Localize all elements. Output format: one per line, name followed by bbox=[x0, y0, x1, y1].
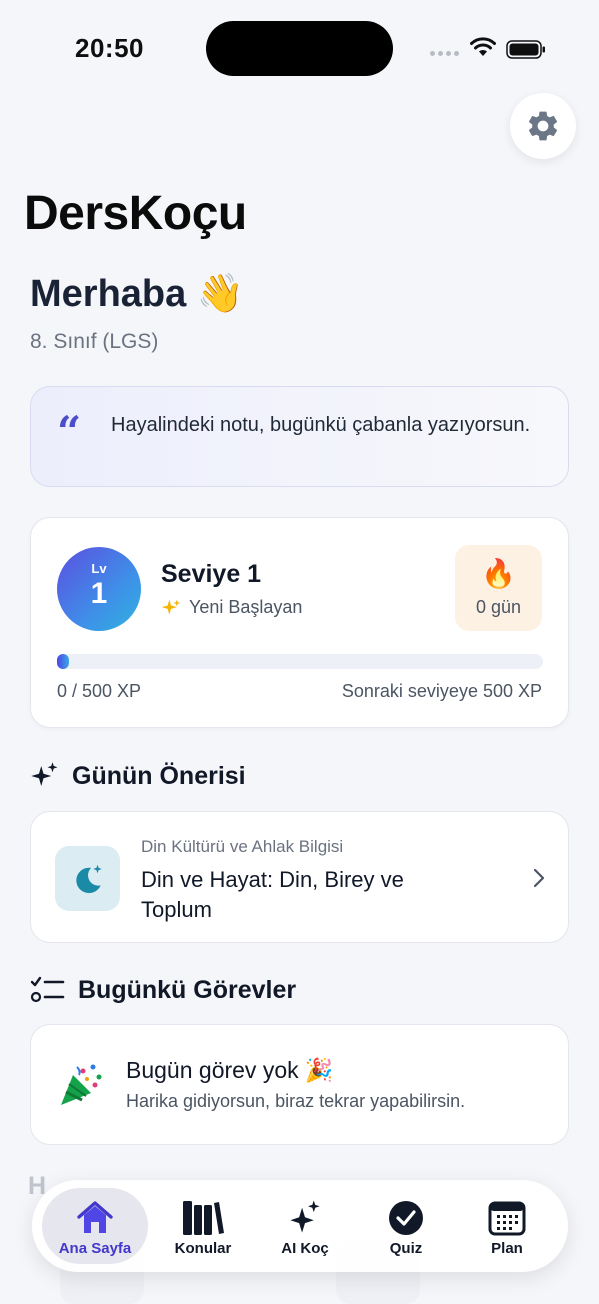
tasks-empty-card: Bugün görev yok 🎉 Harika gidiyorsun, bir… bbox=[30, 1024, 569, 1145]
xp-current: 0 / 500 XP bbox=[57, 681, 142, 701]
confetti-icon: 🎉 bbox=[304, 1057, 334, 1083]
motivation-quote-card: “ Hayalindeki notu, bugünkü çabanla yazı… bbox=[30, 386, 569, 487]
tab-ai-coach[interactable]: AI Koç bbox=[252, 1188, 358, 1264]
wave-emoji-icon: 👋 bbox=[196, 273, 245, 315]
level-subtitle: Yeni Başlayan bbox=[161, 597, 302, 618]
calendar-icon bbox=[454, 1198, 560, 1238]
tab-plan[interactable]: Plan bbox=[454, 1188, 560, 1264]
gear-icon bbox=[528, 111, 558, 141]
moon-star-icon bbox=[75, 864, 102, 893]
party-popper-icon bbox=[61, 1064, 102, 1105]
suggestion-card[interactable]: Din Kültürü ve Ahlak Bilgisi Din ve Haya… bbox=[30, 811, 569, 943]
sparkles-icon bbox=[252, 1198, 358, 1238]
tab-home[interactable]: Ana Sayfa bbox=[42, 1188, 148, 1264]
xp-progress-fill bbox=[57, 654, 69, 669]
quote-icon: “ bbox=[57, 407, 82, 456]
level-badge-prefix: Lv bbox=[91, 561, 107, 576]
tab-topics[interactable]: Konular bbox=[150, 1188, 256, 1264]
settings-button[interactable] bbox=[510, 93, 576, 159]
suggestion-section-header: Günün Önerisi bbox=[30, 761, 246, 791]
grade-label: 8. Sınıf (LGS) bbox=[30, 330, 159, 353]
battery-icon bbox=[506, 40, 545, 59]
quote-text: Hayalindeki notu, bugünkü çabanla yazıyo… bbox=[111, 414, 531, 436]
level-badge: Lv 1 bbox=[57, 547, 141, 631]
tasks-section-title: Bugünkü Görevler bbox=[78, 975, 297, 1004]
xp-next-level: Sonraki seviyeye 500 XP bbox=[341, 681, 542, 701]
tab-ai-coach-label: AI Koç bbox=[281, 1240, 329, 1257]
status-bar: 20:50 bbox=[0, 0, 599, 90]
flame-icon: 🔥 bbox=[481, 558, 516, 589]
sparkles-icon bbox=[31, 762, 58, 786]
tasks-empty-title-text: Bugün görev yok bbox=[126, 1057, 299, 1083]
level-badge-number: 1 bbox=[90, 577, 108, 610]
level-title: Seviye 1 bbox=[161, 560, 262, 588]
tasks-section-header: Bugünkü Görevler bbox=[30, 975, 296, 1005]
tab-home-label: Ana Sayfa bbox=[58, 1240, 132, 1257]
bottom-tab-bar: Ana Sayfa Konular AI Koç Quiz Plan bbox=[32, 1180, 568, 1272]
streak-count: 0 gün bbox=[475, 597, 522, 617]
tab-topics-label: Konular bbox=[174, 1240, 232, 1257]
wifi-icon bbox=[470, 37, 496, 56]
signal-icon bbox=[430, 51, 459, 56]
home-icon bbox=[42, 1198, 148, 1238]
suggestion-title: Din ve Hayat: Din, Birey ve Toplum bbox=[141, 867, 404, 922]
app-title: DersKoçu bbox=[24, 187, 247, 240]
books-icon bbox=[150, 1198, 256, 1238]
streak-box: 🔥 0 gün bbox=[455, 545, 542, 631]
suggestion-section-title: Günün Önerisi bbox=[72, 761, 246, 790]
xp-progress-bar bbox=[57, 654, 543, 669]
sparkle-icon bbox=[161, 599, 181, 615]
tab-quiz[interactable]: Quiz bbox=[353, 1188, 459, 1264]
status-icons bbox=[430, 36, 550, 62]
tab-quiz-label: Quiz bbox=[389, 1240, 423, 1257]
level-subtitle-text: Yeni Başlayan bbox=[189, 597, 303, 617]
suggestion-category: Din Kültürü ve Ahlak Bilgisi bbox=[141, 837, 344, 856]
checklist-icon bbox=[30, 976, 65, 1003]
status-time: 20:50 bbox=[75, 33, 144, 63]
tasks-empty-subtitle: Harika gidiyorsun, biraz tekrar yapabili… bbox=[126, 1091, 466, 1111]
tab-plan-label: Plan bbox=[491, 1240, 523, 1257]
dynamic-island bbox=[206, 21, 393, 76]
check-circle-icon bbox=[353, 1198, 459, 1238]
suggestion-icon bbox=[55, 846, 120, 911]
greeting-heading: Merhaba 👋 bbox=[30, 272, 244, 316]
chevron-right-icon bbox=[533, 868, 545, 888]
level-card: Lv 1 Seviye 1 Yeni Başlayan 🔥 0 gün 0 / … bbox=[30, 517, 569, 728]
tasks-empty-title: Bugün görev yok 🎉 bbox=[126, 1057, 333, 1084]
greeting-text: Merhaba bbox=[30, 273, 187, 315]
